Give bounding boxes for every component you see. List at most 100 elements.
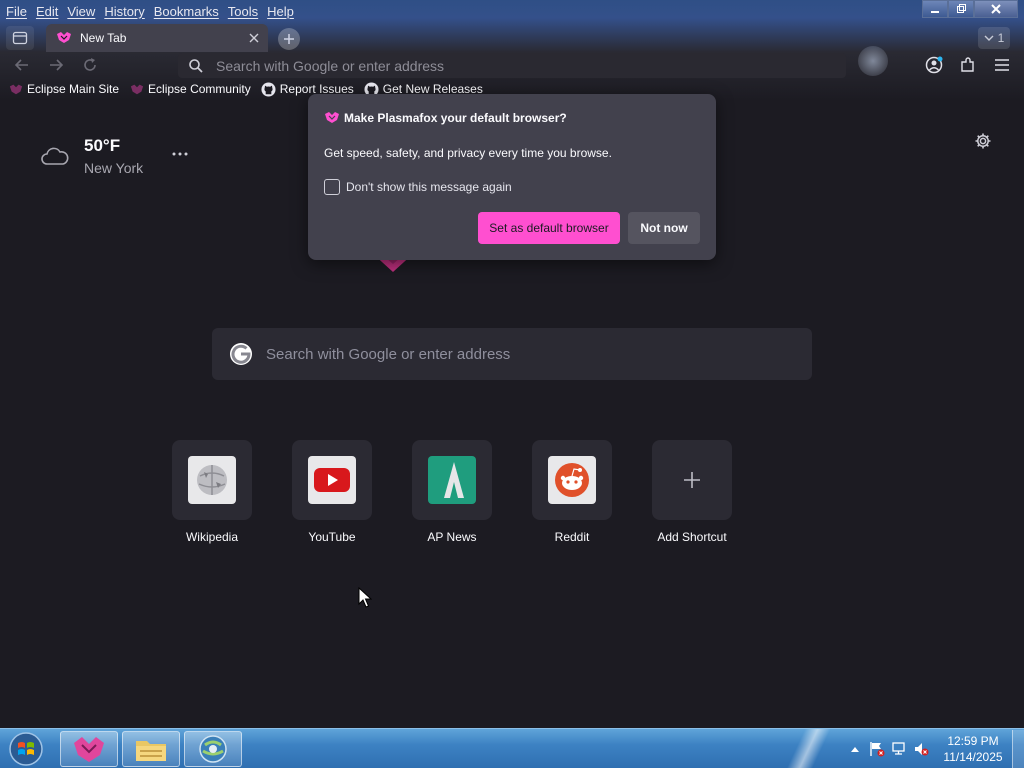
set-default-browser-button[interactable]: Set as default browser <box>478 212 620 244</box>
taskbar-plasmafox[interactable] <box>60 731 118 767</box>
window-controls <box>922 0 1018 18</box>
shortcut-wikipedia[interactable]: Wikipedia <box>172 440 252 544</box>
action-center-button[interactable] <box>866 738 888 760</box>
start-button[interactable] <box>6 731 46 767</box>
speaker-muted-icon <box>915 743 929 756</box>
minimize-icon <box>931 11 939 13</box>
youtube-icon <box>308 456 356 504</box>
puzzle-piece-icon <box>961 57 974 72</box>
dialog-message: Get speed, safety, and privacy every tim… <box>324 146 612 160</box>
forward-arrow-icon <box>50 59 64 71</box>
network-button[interactable] <box>888 738 910 760</box>
github-icon <box>261 81 277 97</box>
browser-chrome: File Edit View History Bookmarks Tools H… <box>0 0 1024 100</box>
bookmark-eclipse-main-site[interactable]: Eclipse Main Site <box>8 81 119 97</box>
close-icon <box>991 4 1001 14</box>
shortcut-tile[interactable] <box>292 440 372 520</box>
menu-tools[interactable]: Tools <box>228 4 267 19</box>
add-shortcut-tile[interactable] <box>652 440 732 520</box>
search-icon <box>189 58 203 73</box>
globe-icon <box>199 735 227 763</box>
close-window-button[interactable] <box>974 0 1018 18</box>
app-menu-button[interactable] <box>990 54 1014 76</box>
network-icon <box>892 742 905 755</box>
taskbar-network-app[interactable] <box>184 731 242 767</box>
cloud-icon <box>41 147 69 165</box>
plasmafox-icon <box>8 81 24 97</box>
new-tab-button[interactable] <box>278 28 300 50</box>
navigation-toolbar <box>0 52 1024 78</box>
account-button[interactable] <box>922 54 946 76</box>
plasmafox-icon <box>74 737 104 762</box>
newtab-search-input[interactable] <box>266 345 786 363</box>
tab-count: 1 <box>997 31 1005 45</box>
plasmafox-icon <box>129 81 145 97</box>
list-all-tabs-button[interactable]: 1 <box>978 27 1010 49</box>
weather-options-button[interactable] <box>170 146 190 162</box>
show-desktop-button[interactable] <box>1012 730 1024 768</box>
account-icon <box>925 56 943 74</box>
show-hidden-icons-button[interactable] <box>844 738 866 760</box>
menu-bookmarks[interactable]: Bookmarks <box>154 4 228 19</box>
taskbar-clock[interactable]: 12:59 PM 11/14/2025 <box>938 733 1008 765</box>
personalize-button[interactable] <box>972 130 994 152</box>
shortcut-tile[interactable] <box>172 440 252 520</box>
maximize-button[interactable] <box>948 0 974 18</box>
back-arrow-icon <box>14 59 28 71</box>
folder-icon <box>136 741 166 761</box>
google-icon <box>230 343 252 365</box>
weather-city: New York <box>84 160 144 176</box>
taskbar: 12:59 PM 11/14/2025 <box>0 728 1024 768</box>
menu-view[interactable]: View <box>67 4 104 19</box>
clock-date: 11/14/2025 <box>943 750 1003 764</box>
newtab-search-box[interactable] <box>212 328 812 380</box>
shortcut-label: YouTube <box>308 530 356 544</box>
shortcut-label: Wikipedia <box>185 530 239 544</box>
checkbox-box[interactable] <box>324 179 340 195</box>
shortcut-label: Add Shortcut <box>657 530 727 544</box>
volume-button[interactable] <box>910 738 932 760</box>
tab-strip: New Tab 1 <box>0 24 1024 76</box>
shortcut-add[interactable]: Add Shortcut <box>652 440 732 544</box>
taskbar-file-explorer[interactable] <box>122 731 180 767</box>
default-browser-dialog: Make Plasmafox your default browser? Get… <box>308 94 716 260</box>
top-sites: Wikipedia YouTube AP News Reddit Add Sho… <box>172 440 732 544</box>
chevron-down-icon <box>984 35 994 41</box>
reload-button[interactable] <box>77 54 103 76</box>
dialog-title-text: Make Plasmafox your default browser? <box>344 111 567 125</box>
minimize-button[interactable] <box>922 0 948 18</box>
dont-show-again-checkbox[interactable]: Don't show this message again <box>324 179 512 195</box>
gear-icon <box>975 133 991 149</box>
shortcut-youtube[interactable]: YouTube <box>292 440 372 544</box>
shortcut-tile[interactable] <box>532 440 612 520</box>
plasmafox-icon <box>325 112 339 123</box>
weather-widget[interactable]: 50°F New York <box>40 136 143 176</box>
address-bar[interactable] <box>178 53 846 78</box>
plasmafox-icon <box>57 32 71 43</box>
forward-button[interactable] <box>43 54 69 76</box>
windows-start-icon <box>9 732 43 766</box>
dialog-title: Make Plasmafox your default browser? <box>324 110 567 126</box>
mouse-cursor-icon <box>358 587 372 608</box>
shortcut-ap-news[interactable]: AP News <box>412 440 492 544</box>
menu-help[interactable]: Help <box>267 4 303 19</box>
close-tab-button[interactable] <box>246 30 262 46</box>
address-input[interactable] <box>216 57 816 74</box>
shortcut-tile[interactable] <box>412 440 492 520</box>
bookmark-eclipse-community[interactable]: Eclipse Community <box>129 81 251 97</box>
shortcut-label: AP News <box>427 530 477 544</box>
tab-new-tab[interactable]: New Tab <box>46 24 268 52</box>
menu-history[interactable]: History <box>104 4 153 19</box>
clock-time: 12:59 PM <box>947 734 999 748</box>
chevron-up-icon <box>851 747 859 752</box>
not-now-button[interactable]: Not now <box>628 212 700 244</box>
hamburger-menu-icon <box>995 59 1009 71</box>
menu-file[interactable]: File <box>6 4 36 19</box>
menu-edit[interactable]: Edit <box>36 4 67 19</box>
bookmark-label: Eclipse Community <box>148 82 251 96</box>
tabs-overview-icon <box>12 31 28 45</box>
extensions-button[interactable] <box>956 54 980 76</box>
shortcut-reddit[interactable]: Reddit <box>532 440 612 544</box>
back-button[interactable] <box>9 54 35 76</box>
firefox-view-button[interactable] <box>6 26 34 50</box>
